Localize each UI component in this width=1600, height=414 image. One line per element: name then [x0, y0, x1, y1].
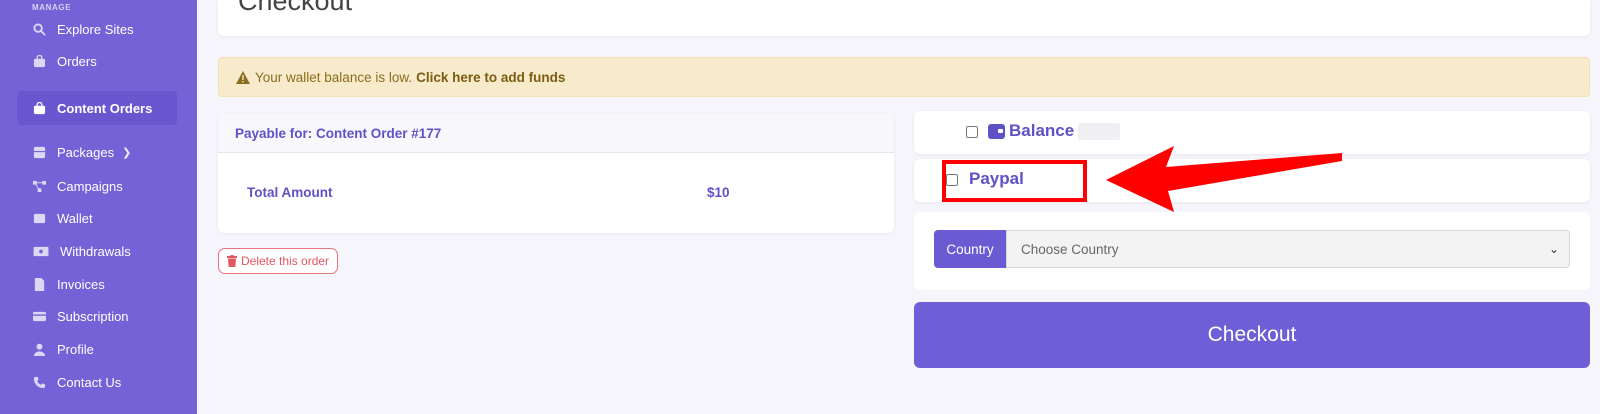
- balance-option: Balance: [988, 121, 1074, 141]
- sidebar-item-subscription[interactable]: Subscription: [0, 301, 197, 331]
- sidebar-item-label: Packages: [57, 144, 115, 160]
- sidebar: MANAGE Explore Sites Orders Content Orde…: [0, 0, 197, 414]
- sidebar-item-explore-sites[interactable]: Explore Sites: [0, 14, 197, 44]
- alert-text: Your wallet balance is low.: [255, 69, 413, 85]
- annotation-arrow-icon: [1106, 146, 1342, 212]
- wallet-icon: [988, 123, 1005, 139]
- money-icon: [33, 246, 49, 256]
- sidebar-item-label: Campaigns: [57, 178, 123, 194]
- sidebar-item-orders[interactable]: Orders: [0, 46, 197, 76]
- sidebar-item-label: Explore Sites: [57, 21, 134, 37]
- balance-label: Balance: [1009, 121, 1075, 140]
- network-icon: [33, 180, 46, 192]
- country-card: Country Choose Country ⌄: [914, 212, 1590, 290]
- bag-icon: [33, 54, 46, 67]
- page-title: Checkout: [238, 0, 353, 16]
- sidebar-item-content-orders[interactable]: Content Orders: [17, 91, 177, 125]
- order-header: Payable for: Content Order #177: [218, 114, 894, 153]
- order-summary-card: Payable for: Content Order #177 Total Am…: [218, 114, 894, 233]
- sidebar-item-label: Orders: [57, 53, 97, 69]
- bag-icon: [33, 101, 46, 114]
- balance-amount-redacted: [1078, 123, 1120, 140]
- package-icon: [33, 146, 46, 158]
- sidebar-item-label: Subscription: [57, 308, 129, 324]
- country-select[interactable]: Choose Country ⌄: [1006, 230, 1570, 268]
- chevron-down-icon: ⌄: [1548, 242, 1559, 256]
- search-icon: [33, 22, 46, 36]
- sidebar-item-label: Withdrawals: [60, 243, 131, 259]
- wallet-icon: [33, 213, 46, 223]
- sidebar-item-label: Wallet: [57, 210, 93, 226]
- sidebar-item-wallet[interactable]: Wallet: [0, 203, 197, 233]
- sidebar-item-invoices[interactable]: Invoices: [0, 269, 197, 299]
- trash-icon: [227, 255, 237, 267]
- phone-icon: [33, 376, 46, 388]
- user-icon: [33, 343, 46, 356]
- checkout-button[interactable]: Checkout: [914, 302, 1590, 368]
- total-amount-value: $10: [707, 185, 730, 200]
- wallet-alert: Your wallet balance is low. Click here t…: [218, 57, 1590, 97]
- card-icon: [33, 311, 46, 321]
- total-amount-label: Total Amount: [247, 185, 333, 200]
- sidebar-item-campaigns[interactable]: Campaigns: [0, 171, 197, 201]
- delete-order-button[interactable]: Delete this order: [218, 248, 338, 274]
- warning-icon: [236, 70, 250, 84]
- country-label: Country: [934, 230, 1006, 268]
- delete-order-label: Delete this order: [241, 254, 330, 268]
- sidebar-item-label: Contact Us: [57, 374, 122, 390]
- sidebar-item-profile[interactable]: Profile: [0, 334, 197, 364]
- document-icon: [34, 277, 45, 291]
- sidebar-item-label: Profile: [57, 341, 94, 357]
- country-select-value: Choose Country: [1021, 241, 1119, 257]
- sidebar-item-withdrawals[interactable]: Withdrawals: [0, 236, 197, 266]
- sidebar-item-label: Content Orders: [57, 100, 153, 116]
- chevron-right-icon: ❯: [122, 146, 132, 159]
- add-funds-link[interactable]: Click here to add funds: [416, 70, 565, 85]
- highlight-box: [942, 160, 1087, 202]
- sidebar-section-label: MANAGE: [32, 3, 72, 12]
- order-total-row: Total Amount $10: [218, 153, 894, 233]
- balance-checkbox[interactable]: [966, 126, 978, 138]
- sidebar-item-packages[interactable]: Packages ❯: [0, 137, 197, 167]
- sidebar-item-contact-us[interactable]: Contact Us: [0, 367, 197, 397]
- page-header: Checkout: [218, 0, 1590, 36]
- sidebar-item-label: Invoices: [57, 276, 105, 292]
